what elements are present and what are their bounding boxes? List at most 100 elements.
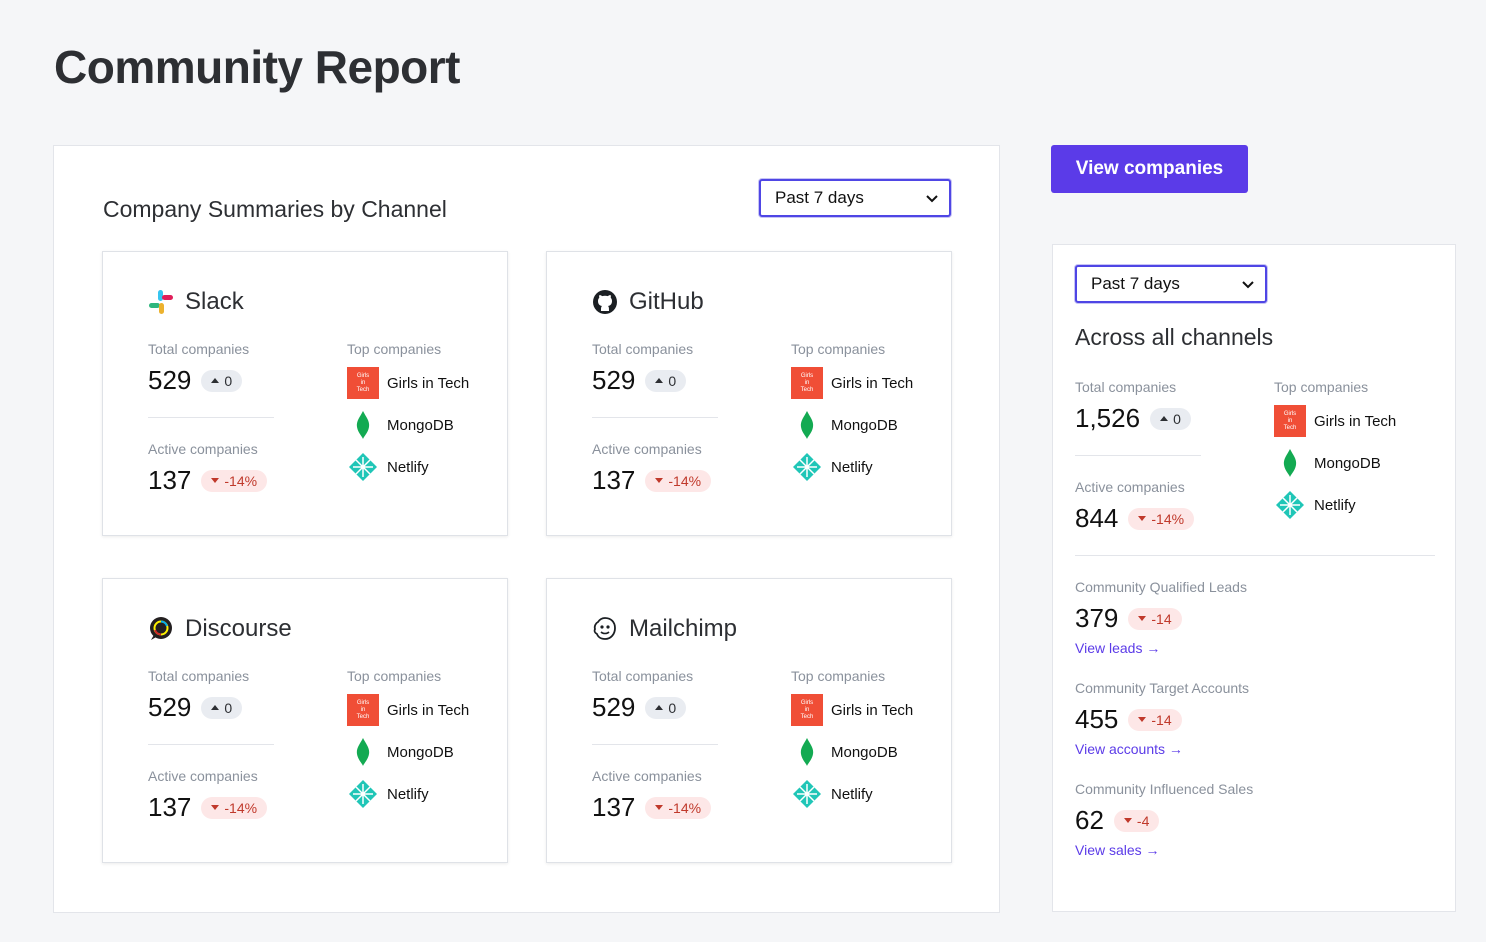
- active-companies-label: Active companies: [592, 768, 702, 784]
- active-companies-label: Active companies: [148, 441, 258, 457]
- netlify-icon: [347, 451, 379, 483]
- mongodb-icon: [347, 409, 379, 441]
- channel-card-slack: Slack Total companies 529 0 Active compa…: [102, 251, 508, 536]
- arrow-up-icon: [1160, 416, 1169, 421]
- company-item[interactable]: MongoDB: [347, 736, 469, 768]
- company-item[interactable]: MongoDB: [347, 409, 469, 441]
- period-select[interactable]: Past 7 days: [759, 179, 951, 217]
- girls-in-tech-logo: Girls in Tech: [347, 367, 379, 399]
- mongodb-icon: [791, 736, 823, 768]
- company-item[interactable]: Netlify: [791, 451, 913, 483]
- company-name: Girls in Tech: [387, 374, 470, 392]
- github-icon: [591, 288, 619, 316]
- change-badge: 0: [201, 369, 243, 392]
- company-name: MongoDB: [387, 743, 454, 761]
- company-item[interactable]: Girls in Tech Girls in Tech: [791, 367, 913, 399]
- active-companies-value: 137: [148, 792, 192, 822]
- active-companies-row: 137 -14%: [592, 465, 712, 496]
- active-companies-row: 844 -14%: [1075, 503, 1195, 534]
- metric-value: 62: [1075, 805, 1104, 835]
- view-accounts-link[interactable]: View accounts →: [1075, 741, 1249, 757]
- girls-in-tech-logo: Girls in Tech: [791, 367, 823, 399]
- company-name: Girls in Tech: [831, 374, 914, 392]
- change-value: 0: [224, 699, 233, 716]
- divider: [592, 744, 718, 745]
- company-name: MongoDB: [831, 743, 898, 761]
- metric-label: Community Influenced Sales: [1075, 781, 1254, 797]
- company-item[interactable]: Girls in Tech Girls in Tech: [791, 694, 913, 726]
- panel-title: Company Summaries by Channel: [103, 196, 447, 222]
- change-badge: -14: [1128, 708, 1182, 731]
- active-companies-label: Active companies: [1075, 479, 1185, 495]
- side-period-select[interactable]: Past 7 days: [1075, 265, 1267, 303]
- arrow-up-icon: [655, 705, 664, 710]
- girls-in-tech-logo: Girls in Tech: [1274, 405, 1306, 437]
- netlify-icon: [791, 778, 823, 810]
- change-value: -14: [1151, 610, 1172, 627]
- metric-row: 62 -4: [1075, 805, 1253, 836]
- page-title: Community Report: [54, 41, 461, 93]
- girls-in-tech-icon: Girls in Tech: [347, 367, 379, 399]
- metric-label: Community Qualified Leads: [1075, 579, 1247, 595]
- change-badge: -14%: [201, 796, 268, 819]
- arrow-down-icon: [655, 478, 664, 483]
- active-companies-row: 137 -14%: [592, 792, 712, 823]
- total-companies-label: Total companies: [592, 341, 694, 357]
- active-companies-value: 137: [592, 465, 636, 495]
- girls-in-tech-icon: Girls in Tech: [347, 694, 379, 726]
- slack-icon: [147, 288, 175, 316]
- company-item[interactable]: Netlify: [347, 451, 469, 483]
- divider: [1075, 555, 1435, 556]
- change-badge: -14%: [645, 796, 712, 819]
- company-item[interactable]: MongoDB: [791, 736, 913, 768]
- company-name: MongoDB: [1314, 454, 1381, 472]
- change-badge: 0: [645, 696, 687, 719]
- active-companies-label: Active companies: [148, 768, 258, 784]
- company-name: Netlify: [387, 785, 429, 803]
- active-companies-label: Active companies: [592, 441, 702, 457]
- metric-qualified-leads: Community Qualified Leads 379 -14 View l…: [1075, 579, 1247, 656]
- company-item[interactable]: Girls in Tech Girls in Tech: [347, 367, 469, 399]
- active-companies-value: 844: [1075, 503, 1119, 533]
- arrow-down-icon: [1123, 818, 1132, 823]
- top-companies-label: Top companies: [1274, 379, 1369, 395]
- change-value: -4: [1136, 812, 1150, 829]
- view-leads-link[interactable]: View leads →: [1075, 640, 1247, 656]
- total-companies-row: 529 0: [148, 692, 243, 723]
- chevron-down-icon: [926, 195, 938, 203]
- change-value: 0: [668, 699, 677, 716]
- arrow-down-icon: [1138, 616, 1147, 621]
- metric-target-accounts: Community Target Accounts 455 -14 View a…: [1075, 680, 1249, 757]
- company-item[interactable]: MongoDB: [1274, 447, 1396, 479]
- top-companies: Top companies Girls in Tech Girls in Tech …: [347, 668, 469, 810]
- divider: [1075, 455, 1201, 456]
- change-badge: 0: [645, 369, 687, 392]
- channel-card-discourse: Discourse Total companies 529 0 Active c…: [102, 578, 508, 863]
- side-title: Across all channels: [1075, 324, 1274, 350]
- company-item[interactable]: Netlify: [1274, 489, 1396, 521]
- company-item[interactable]: Netlify: [791, 778, 913, 810]
- mongodb-icon: [347, 736, 379, 768]
- top-companies: Top companies Girls in Tech Girls in Tech …: [791, 668, 913, 810]
- view-companies-button[interactable]: View companies: [1051, 145, 1248, 193]
- change-value: -14%: [224, 799, 258, 816]
- total-companies-value: 529: [592, 692, 636, 722]
- company-item[interactable]: MongoDB: [791, 409, 913, 441]
- arrow-up-icon: [211, 705, 220, 710]
- girls-in-tech-icon: Girls in Tech: [791, 367, 823, 399]
- chevron-down-icon: [1242, 281, 1254, 289]
- top-companies-label: Top companies: [347, 668, 442, 684]
- total-companies-label: Total companies: [1075, 379, 1177, 395]
- arrow-up-icon: [655, 378, 664, 383]
- company-item[interactable]: Girls in Tech Girls in Tech: [347, 694, 469, 726]
- metric-row: 455 -14: [1075, 704, 1249, 735]
- company-item[interactable]: Girls in Tech Girls in Tech: [1274, 405, 1396, 437]
- company-item[interactable]: Netlify: [347, 778, 469, 810]
- company-name: Girls in Tech: [831, 701, 914, 719]
- total-companies-value: 529: [148, 365, 192, 395]
- active-companies-row: 137 -14%: [148, 465, 268, 496]
- arrow-down-icon: [1138, 717, 1147, 722]
- channel-name: Slack: [185, 288, 244, 315]
- view-sales-link[interactable]: View sales →: [1075, 842, 1253, 858]
- channel-name: GitHub: [629, 288, 704, 315]
